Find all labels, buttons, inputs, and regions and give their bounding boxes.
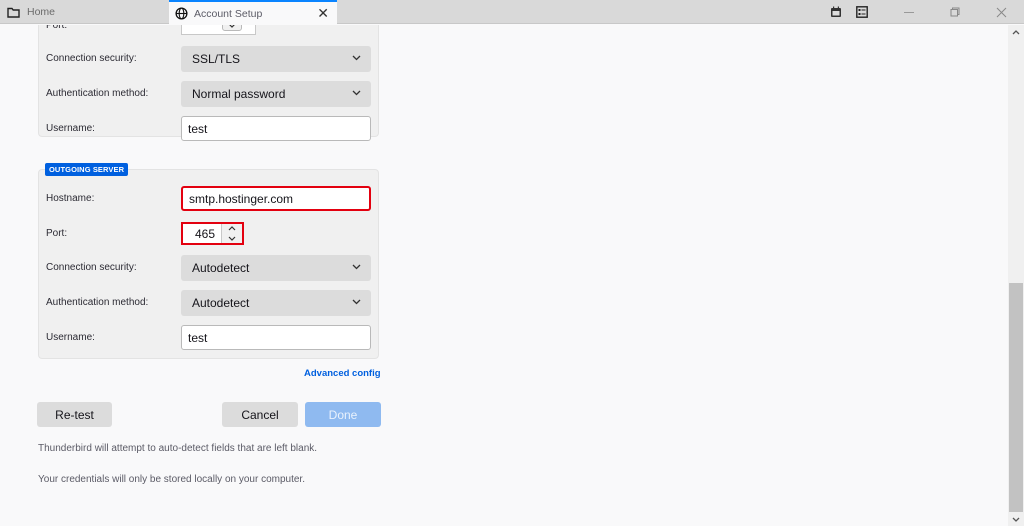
chevron-down-icon xyxy=(229,25,235,28)
incoming-connection-security-label: Connection security: xyxy=(46,53,137,64)
tab-bar: Home Account Setup ✕ xyxy=(0,0,1024,25)
outgoing-auth-method-select[interactable]: Autodetect xyxy=(181,290,371,316)
incoming-port-stepper[interactable] xyxy=(222,25,242,31)
outgoing-username-input[interactable]: test xyxy=(181,325,371,350)
incoming-port-label: Port: xyxy=(46,25,68,31)
outgoing-port-stepper[interactable] xyxy=(221,224,242,243)
globe-icon xyxy=(175,7,188,20)
done-button[interactable]: Done xyxy=(305,402,381,427)
scrollbar-thumb[interactable] xyxy=(1009,283,1023,512)
cancel-button[interactable]: Cancel xyxy=(222,402,298,427)
outgoing-auth-method-value: Autodetect xyxy=(192,296,250,310)
chevron-down-icon xyxy=(228,236,236,241)
retest-button[interactable]: Re-test xyxy=(37,402,112,427)
incoming-auth-method-label: Authentication method: xyxy=(46,88,149,99)
outgoing-server-legend: OUTGOING SERVER xyxy=(45,163,129,176)
scroll-down-button[interactable] xyxy=(1008,512,1024,526)
tasks-icon[interactable] xyxy=(850,0,874,24)
chevron-down-icon xyxy=(352,90,361,96)
outgoing-hostname-label: Hostname: xyxy=(46,193,95,204)
chevron-down-icon xyxy=(352,299,361,305)
tab-account-setup[interactable]: Account Setup ✕ xyxy=(169,0,337,25)
outgoing-connection-security-select[interactable]: Autodetect xyxy=(181,255,371,281)
chevron-up-icon xyxy=(1012,29,1020,34)
minimize-button[interactable] xyxy=(886,0,932,24)
incoming-username-label: Username: xyxy=(46,123,95,134)
tab-account-setup-label: Account Setup xyxy=(194,7,263,20)
outgoing-port-value: 465 xyxy=(194,226,215,241)
credentials-note: Your credentials will only be stored loc… xyxy=(38,474,305,485)
incoming-auth-method-value: Normal password xyxy=(192,87,286,101)
incoming-connection-security-value: SSL/TLS xyxy=(192,52,241,66)
incoming-auth-method-select[interactable]: Normal password xyxy=(181,81,371,107)
chevron-down-icon xyxy=(352,55,361,61)
incoming-connection-security-select[interactable]: SSL/TLS xyxy=(181,46,371,72)
outgoing-port-input[interactable]: 465 xyxy=(181,222,244,245)
advanced-config-link[interactable]: Advanced config xyxy=(304,368,381,379)
incoming-username-input[interactable]: test xyxy=(181,116,371,141)
auto-detect-note: Thunderbird will attempt to auto-detect … xyxy=(38,443,318,454)
port-increment-button[interactable] xyxy=(222,224,242,234)
restore-button[interactable] xyxy=(932,0,978,24)
scroll-up-button[interactable] xyxy=(1008,25,1024,39)
incoming-port-value: 993 xyxy=(193,25,213,26)
toolbar-icons xyxy=(824,0,1024,24)
outgoing-hostname-value: smtp.hostinger.com xyxy=(189,191,294,206)
port-decrement-button[interactable] xyxy=(222,234,242,244)
vertical-scrollbar[interactable] xyxy=(1008,25,1024,526)
tab-home-label: Home xyxy=(27,6,56,18)
chevron-down-icon xyxy=(352,264,361,270)
calendar-icon[interactable] xyxy=(824,0,848,24)
outgoing-connection-security-value: Autodetect xyxy=(192,261,250,275)
close-window-button[interactable] xyxy=(978,0,1024,24)
incoming-port-input[interactable]: 993 xyxy=(181,25,256,35)
close-tab-icon[interactable]: ✕ xyxy=(317,5,329,21)
outgoing-port-label: Port: xyxy=(46,228,68,239)
outgoing-username-label: Username: xyxy=(46,332,95,343)
outgoing-auth-method-label: Authentication method: xyxy=(46,297,149,308)
account-setup-content: Port: 993 Connection security: SSL/TLS A… xyxy=(0,25,1008,526)
chevron-up-icon xyxy=(228,226,236,231)
tab-home[interactable]: Home xyxy=(0,0,168,24)
chevron-down-icon xyxy=(1012,517,1020,522)
incoming-username-value: test xyxy=(188,121,208,136)
outgoing-connection-security-label: Connection security: xyxy=(46,262,137,273)
folder-icon xyxy=(7,7,20,18)
outgoing-hostname-input[interactable]: smtp.hostinger.com xyxy=(181,186,371,211)
outgoing-username-value: test xyxy=(188,330,208,345)
